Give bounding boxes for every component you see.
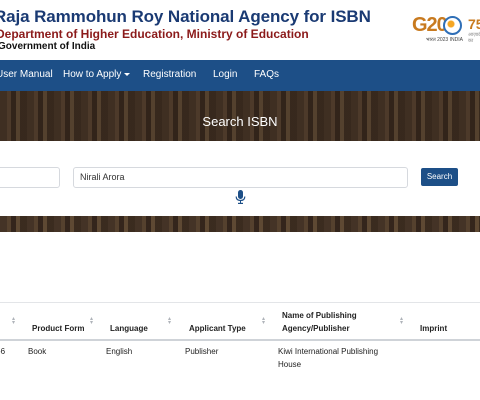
azadi-logo: 75: [468, 16, 480, 32]
cell-isbn: -6: [0, 347, 6, 356]
cell-publisher-line1: Kiwi International Publishing: [278, 347, 379, 356]
sort-icon[interactable]: ▴ ▾: [168, 316, 171, 326]
globe-icon: [443, 16, 462, 35]
hero-banner: Search ISBN: [0, 91, 480, 141]
g20-logo-text: G20: [412, 14, 448, 36]
header-language[interactable]: Language: [110, 322, 148, 335]
results-table: ▴ ▾ Product Form ▴ ▾ Language ▴ ▾ Applicant…: [0, 302, 480, 400]
nav-login[interactable]: Login: [213, 69, 237, 80]
nav-faqs[interactable]: FAQs: [254, 69, 279, 80]
search-button[interactable]: Search: [421, 168, 458, 186]
table-header-border: [0, 339, 480, 341]
nav-how-to-apply-label: How to Apply: [63, 69, 122, 80]
government-title: Government of India: [0, 41, 96, 52]
table-top-border: [0, 302, 480, 303]
header-imprint[interactable]: Imprint: [420, 322, 447, 335]
publisher-search-input[interactable]: Nirali Arora: [73, 167, 408, 188]
microphone-icon[interactable]: [235, 190, 246, 204]
header-publisher-line1[interactable]: Name of Publishing: [282, 309, 357, 322]
sort-icon[interactable]: ▴ ▾: [400, 316, 403, 326]
header-applicant-type[interactable]: Applicant Type: [189, 322, 246, 335]
isbn-filter-input[interactable]: [0, 167, 60, 188]
main-navbar: User Manual How to Apply Registration Lo…: [0, 60, 480, 91]
cell-product-form: Book: [28, 347, 47, 356]
isbn-search-page: Raja Rammohun Roy National Agency for IS…: [0, 0, 480, 400]
site-header: Raja Rammohun Roy National Agency for IS…: [0, 0, 480, 60]
cell-language: English: [106, 347, 133, 356]
sort-icon[interactable]: ▴ ▾: [262, 316, 265, 326]
department-title: Department of Higher Education, Ministry…: [0, 27, 309, 41]
search-panel: Nirali Arora Search: [0, 141, 480, 216]
nav-registration[interactable]: Registration: [143, 69, 196, 80]
agency-title: Raja Rammohun Roy National Agency for IS…: [0, 7, 371, 26]
nav-user-manual[interactable]: User Manual: [0, 69, 53, 80]
cell-publisher-line2: House: [278, 360, 302, 369]
nav-how-to-apply[interactable]: How to Apply: [63, 69, 131, 80]
hero-title: Search ISBN: [202, 114, 278, 129]
g20-logo: G20 भारत 2023 INDIA: [412, 14, 464, 44]
caret-down-icon: [124, 72, 131, 76]
sort-icon[interactable]: ▴ ▾: [12, 316, 15, 326]
header-product-form[interactable]: Product Form: [32, 322, 84, 335]
header-publisher-line2[interactable]: Agency/Publisher: [282, 322, 350, 335]
cell-applicant-type: Publisher: [185, 347, 219, 356]
azadi-logo-subtext: आज़ादी का: [468, 32, 480, 44]
g20-logo-subtext: भारत 2023 INDIA: [426, 37, 463, 43]
hero-banner-bottom: [0, 216, 480, 232]
sort-icon[interactable]: ▴ ▾: [90, 316, 93, 326]
